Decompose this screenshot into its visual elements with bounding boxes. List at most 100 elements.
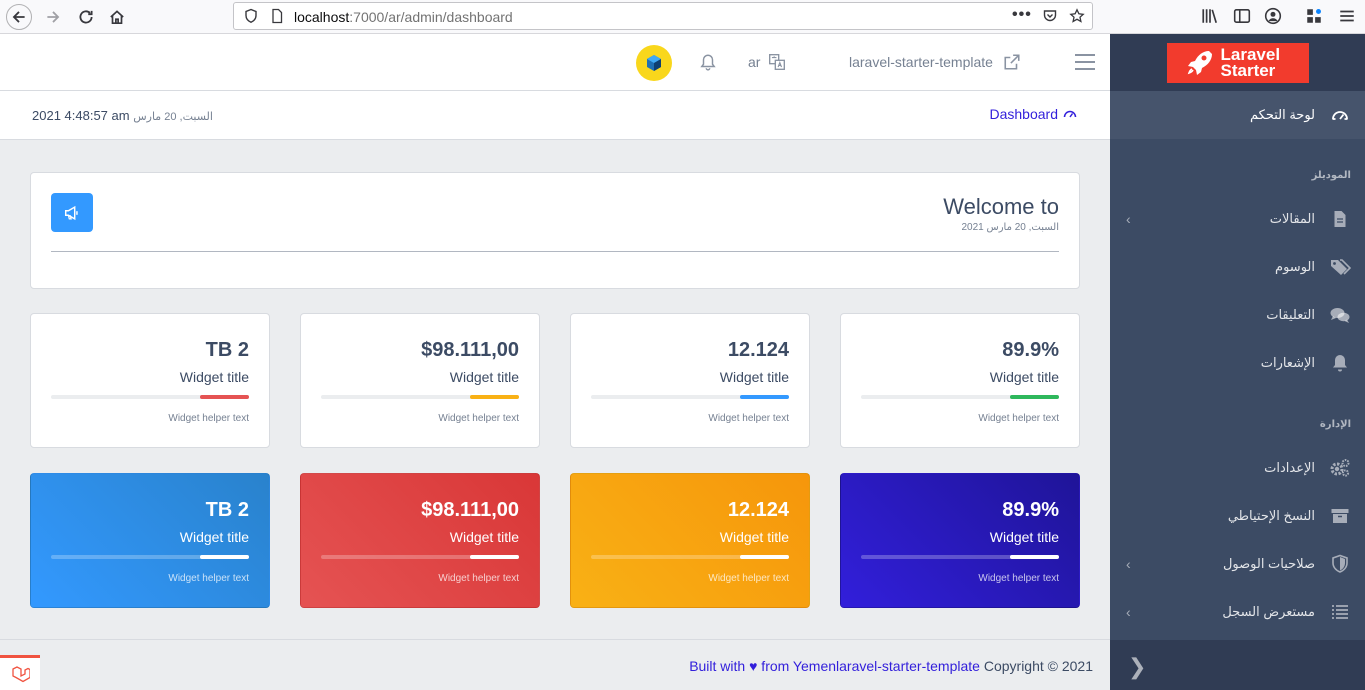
footer-text: Built with ♥ from Yemenlaravel-starter-t… bbox=[689, 658, 1093, 674]
footer: Built with ♥ from Yemenlaravel-starter-t… bbox=[0, 639, 1110, 690]
welcome-title: Welcome to bbox=[943, 194, 1059, 219]
shield-icon[interactable] bbox=[243, 8, 259, 24]
announcement-button[interactable] bbox=[51, 193, 93, 232]
widget-card: 12.124 Widget title Widget helper text bbox=[570, 473, 810, 608]
subheader: Dashboard 2021 4:48:57 am السبت, 20 مارس bbox=[0, 91, 1110, 140]
external-link-icon[interactable] bbox=[1003, 53, 1021, 71]
chevron-left-icon: ‹ bbox=[1126, 556, 1131, 572]
chevron-right-icon[interactable]: ❯ bbox=[1128, 654, 1146, 680]
sidebar-item-label: صلاحيات الوصول bbox=[1222, 556, 1315, 571]
chevron-left-icon: ‹ bbox=[1126, 211, 1131, 227]
widget-progress bbox=[321, 555, 519, 559]
sidebar-toggle-icon[interactable] bbox=[1231, 5, 1253, 27]
sidebar-item-access-control[interactable]: ‹ صلاحيات الوصول bbox=[1110, 540, 1365, 588]
pocket-icon[interactable] bbox=[1042, 8, 1058, 24]
archive-icon bbox=[1329, 505, 1351, 527]
app-link[interactable]: laravel-starter-template bbox=[849, 54, 993, 70]
speedometer-icon bbox=[1329, 104, 1351, 126]
widget-card: $98.111,00 Widget title Widget helper te… bbox=[300, 313, 540, 448]
widget-progress-fill bbox=[1009, 555, 1059, 559]
welcome-card: Welcome to السبت, 20 مارس 2021 bbox=[30, 172, 1080, 289]
widget-helper-text: Widget helper text bbox=[438, 573, 519, 584]
sidebar-item-log-viewer[interactable]: ‹ مستعرض السجل bbox=[1110, 588, 1365, 636]
sidebar-item-label: الوسوم bbox=[1275, 259, 1315, 274]
menu-icon[interactable] bbox=[1336, 5, 1358, 27]
widget-helper-text: Widget helper text bbox=[708, 413, 789, 424]
avatar[interactable] bbox=[636, 45, 672, 81]
sidebar-item-dashboard[interactable]: لوحة التحكم bbox=[1110, 91, 1365, 139]
sidebar-item-backups[interactable]: النسخ الإحتياطي bbox=[1110, 492, 1365, 540]
widget-progress-fill bbox=[199, 555, 249, 559]
shield-icon bbox=[1329, 553, 1351, 575]
more-dots-icon[interactable]: ••• bbox=[1012, 6, 1031, 23]
file-icon bbox=[1329, 208, 1351, 230]
widget-helper-text: Widget helper text bbox=[708, 573, 789, 584]
notification-bell-icon[interactable] bbox=[699, 53, 717, 71]
widget-title: Widget title bbox=[719, 529, 789, 545]
footer-copyright: Copyright © 2021 bbox=[979, 658, 1093, 674]
laravel-logo-icon[interactable] bbox=[0, 655, 40, 690]
sidebar-minimizer[interactable]: ❯ bbox=[1110, 640, 1365, 690]
widget-progress-fill bbox=[739, 395, 789, 399]
footer-built-with-link[interactable]: Built with ♥ from Yemen bbox=[689, 658, 836, 674]
widget-helper-text: Widget helper text bbox=[438, 413, 519, 424]
url-bar[interactable]: localhost:7000/ar/admin/dashboard ••• bbox=[233, 2, 1093, 30]
cogs-icon bbox=[1329, 457, 1351, 479]
footer-app-link[interactable]: laravel-starter-template bbox=[836, 658, 980, 674]
widget-card: 89.9% Widget title Widget helper text bbox=[840, 473, 1080, 608]
widget-progress-fill bbox=[199, 395, 249, 399]
breadcrumb-dashboard[interactable]: Dashboard bbox=[990, 106, 1059, 122]
page-icon[interactable] bbox=[269, 8, 285, 24]
breadcrumb[interactable]: Dashboard bbox=[990, 106, 1079, 122]
sidebar-item-label: مستعرض السجل bbox=[1222, 604, 1315, 619]
sidebar-item-label: التعليقات bbox=[1266, 307, 1315, 322]
widget-card: TB 2 Widget title Widget helper text bbox=[30, 473, 270, 608]
home-icon[interactable] bbox=[104, 4, 130, 30]
widget-value: 89.9% bbox=[1002, 339, 1059, 361]
language-icon[interactable] bbox=[768, 53, 786, 71]
widget-progress bbox=[591, 395, 789, 399]
language-label[interactable]: ar bbox=[748, 54, 760, 70]
url-text[interactable]: localhost:7000/ar/admin/dashboard bbox=[294, 9, 513, 25]
widget-progress bbox=[321, 395, 519, 399]
hamburger-icon[interactable] bbox=[1075, 54, 1095, 70]
widget-title: Widget title bbox=[989, 369, 1059, 385]
date-time-value: 2021 4:48:57 am bbox=[32, 108, 130, 123]
sidebar-item-label: الإعدادات bbox=[1264, 460, 1315, 475]
brand-line2: Starter bbox=[1220, 60, 1276, 80]
reload-icon[interactable] bbox=[73, 4, 99, 30]
widget-value: $98.111,00 bbox=[421, 499, 519, 521]
extensions-icon[interactable] bbox=[1303, 5, 1325, 27]
sidebar-item-posts[interactable]: ‹ المقالات bbox=[1110, 195, 1365, 243]
sidebar-item-tags[interactable]: الوسوم bbox=[1110, 243, 1365, 291]
chevron-left-icon: ‹ bbox=[1126, 604, 1131, 620]
widget-value: 89.9% bbox=[1002, 499, 1059, 521]
divider bbox=[51, 251, 1059, 252]
back-arrow-icon[interactable] bbox=[6, 4, 32, 30]
widget-title: Widget title bbox=[449, 529, 519, 545]
brand-logo[interactable]: Laravel Starter bbox=[1166, 42, 1309, 83]
widget-progress-fill bbox=[469, 555, 519, 559]
sidebar-item-settings[interactable]: الإعدادات bbox=[1110, 444, 1365, 492]
date-weekday: السبت, 20 مارس bbox=[133, 111, 213, 123]
forward-arrow-icon[interactable] bbox=[40, 4, 66, 30]
account-icon[interactable] bbox=[1262, 5, 1284, 27]
widget-helper-text: Widget helper text bbox=[168, 573, 249, 584]
brand[interactable]: Laravel Starter bbox=[1110, 34, 1365, 91]
widget-progress-fill bbox=[739, 555, 789, 559]
rocket-icon bbox=[1187, 50, 1212, 75]
widget-value: 12.124 bbox=[727, 339, 789, 361]
tags-icon bbox=[1329, 256, 1351, 278]
widget-card: $98.111,00 Widget title Widget helper te… bbox=[300, 473, 540, 608]
browser-toolbar: localhost:7000/ar/admin/dashboard ••• bbox=[0, 0, 1365, 34]
sidebar-item-label: النسخ الإحتياطي bbox=[1227, 508, 1315, 523]
list-icon bbox=[1329, 601, 1351, 623]
widget-value: 12.124 bbox=[727, 499, 789, 521]
bell-icon bbox=[1329, 352, 1351, 374]
library-icon[interactable] bbox=[1199, 5, 1221, 27]
widget-progress bbox=[51, 395, 249, 399]
sidebar-item-notifications[interactable]: الإشعارات bbox=[1110, 339, 1365, 387]
widget-progress-fill bbox=[1009, 395, 1059, 399]
bookmark-star-icon[interactable] bbox=[1069, 8, 1085, 24]
sidebar-item-comments[interactable]: التعليقات bbox=[1110, 291, 1365, 339]
